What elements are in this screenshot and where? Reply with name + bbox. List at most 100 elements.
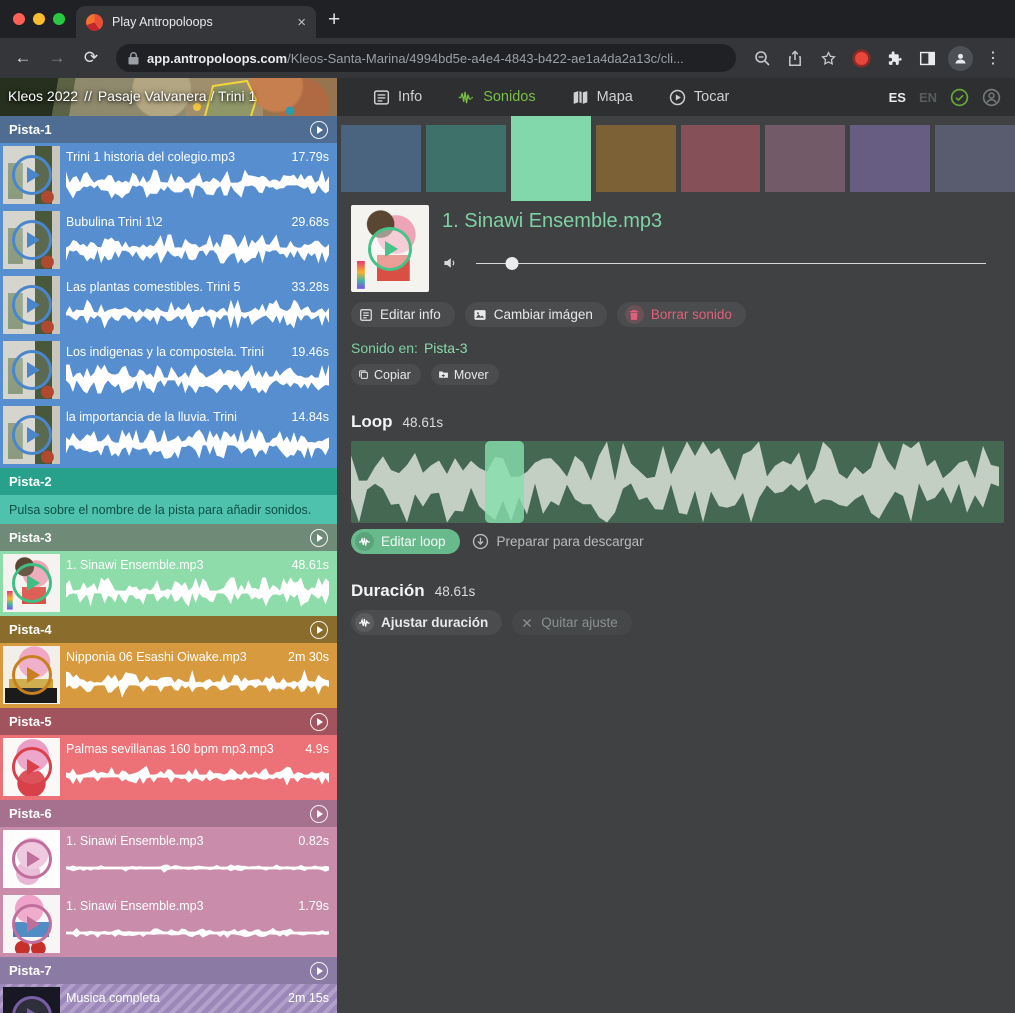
- change-image-button[interactable]: Cambiar imágen: [465, 302, 607, 327]
- reload-button[interactable]: ⟳: [76, 48, 106, 68]
- sound-row[interactable]: Las plantas comestibles. Trini 533.28s: [0, 273, 337, 338]
- track-header-pista-7[interactable]: Pista-7: [0, 957, 337, 984]
- map-thumbnail[interactable]: Kleos 2022//Pasaje Valvanera / Trini 1: [0, 78, 337, 116]
- tab-mapa[interactable]: Mapa: [558, 78, 647, 116]
- play-overlay-icon[interactable]: [12, 655, 52, 695]
- sidebar-panel-icon[interactable]: [913, 44, 941, 72]
- sound-thumbnail[interactable]: [3, 646, 60, 704]
- lang-es[interactable]: ES: [889, 90, 906, 105]
- play-overlay-icon[interactable]: [12, 220, 52, 260]
- track-header-pista-6[interactable]: Pista-6: [0, 800, 337, 827]
- sound-row[interactable]: Bubulina Trini 1\229.68s: [0, 208, 337, 273]
- track-play-button[interactable]: [310, 713, 328, 731]
- sound-row[interactable]: 1. Sinawi Ensemble.mp30.82s: [0, 827, 337, 892]
- play-overlay-icon[interactable]: [12, 563, 52, 603]
- share-icon[interactable]: [781, 44, 809, 72]
- tab-info[interactable]: Info: [359, 78, 436, 116]
- track-play-button[interactable]: [310, 529, 328, 547]
- sound-thumbnail[interactable]: [3, 738, 60, 796]
- sync-check-icon[interactable]: [950, 88, 969, 107]
- sound-thumbnail[interactable]: [3, 276, 60, 334]
- sound-thumbnail[interactable]: [3, 895, 60, 953]
- color-swatch-4[interactable]: [596, 125, 676, 192]
- sound-row[interactable]: Nipponia 06 Esashi Oiwake.mp32m 30s: [0, 643, 337, 708]
- sound-row[interactable]: Palmas sevillanas 160 bpm mp3.mp34.9s: [0, 735, 337, 800]
- forward-button[interactable]: →: [42, 48, 72, 68]
- track-header-pista-3[interactable]: Pista-3: [0, 524, 337, 551]
- sound-row[interactable]: 1. Sinawi Ensemble.mp31.79s: [0, 892, 337, 957]
- tab-sonidos[interactable]: Sonidos: [444, 78, 549, 116]
- adjust-duration-button[interactable]: Ajustar duración: [351, 610, 502, 635]
- track-header-pista-5[interactable]: Pista-5: [0, 708, 337, 735]
- sound-thumbnail[interactable]: [3, 211, 60, 269]
- volume-slider[interactable]: [476, 257, 986, 270]
- sound-thumbnail[interactable]: [3, 146, 60, 204]
- play-overlay-icon[interactable]: [12, 747, 52, 787]
- close-window-button[interactable]: [13, 13, 25, 25]
- sound-row[interactable]: Los indigenas y la compostela. Trini19.4…: [0, 338, 337, 403]
- close-tab-icon[interactable]: ×: [297, 14, 306, 31]
- address-bar[interactable]: app.antropoloops.com/Kleos-Santa-Marina/…: [116, 44, 736, 72]
- track-play-button[interactable]: [310, 962, 328, 980]
- browser-tab[interactable]: Play Antropoloops ×: [76, 6, 316, 38]
- zoom-window-button[interactable]: [53, 13, 65, 25]
- sound-thumbnail[interactable]: [3, 341, 60, 399]
- track-play-button[interactable]: [310, 121, 328, 139]
- color-swatch-8[interactable]: [935, 125, 1015, 192]
- track-header-pista-2[interactable]: Pista-2: [0, 468, 337, 495]
- loop-waveform[interactable]: [351, 441, 1004, 523]
- back-button[interactable]: ←: [8, 48, 38, 68]
- zoom-page-icon[interactable]: [748, 44, 776, 72]
- track-play-button[interactable]: [310, 621, 328, 639]
- play-overlay-icon[interactable]: [12, 285, 52, 325]
- move-button[interactable]: Mover: [431, 364, 499, 385]
- sound-row[interactable]: Trini 1 historia del colegio.mp317.79s: [0, 143, 337, 208]
- play-overlay-icon[interactable]: [12, 996, 52, 1013]
- browser-menu-icon[interactable]: ⋮: [979, 44, 1007, 72]
- new-tab-button[interactable]: +: [328, 8, 340, 32]
- sound-duration: 2m 30s: [288, 650, 329, 664]
- tab-tocar[interactable]: Tocar: [655, 78, 743, 116]
- sound-row[interactable]: Musica completa2m 15s: [0, 984, 337, 1013]
- color-swatch-2[interactable]: [426, 125, 506, 192]
- sound-thumbnail[interactable]: [3, 554, 60, 612]
- track-play-button[interactable]: [310, 805, 328, 823]
- play-overlay-icon[interactable]: [12, 350, 52, 390]
- browser-toolbar: ← → ⟳ app.antropoloops.com/Kleos-Santa-M…: [0, 38, 1015, 78]
- lang-en[interactable]: EN: [919, 90, 937, 105]
- track-header-pista-4[interactable]: Pista-4: [0, 616, 337, 643]
- selected-sound-thumbnail[interactable]: [351, 205, 429, 292]
- clear-adjust-button[interactable]: Quitar ajuste: [512, 610, 632, 635]
- play-overlay-icon[interactable]: [12, 415, 52, 455]
- color-swatch-1[interactable]: [341, 125, 421, 192]
- sound-row[interactable]: 1. Sinawi Ensemble.mp348.61s: [0, 551, 337, 616]
- play-overlay-icon[interactable]: [12, 904, 52, 944]
- breadcrumb[interactable]: Kleos 2022//Pasaje Valvanera / Trini 1: [8, 88, 256, 104]
- edit-loop-button[interactable]: Editar loop: [351, 529, 460, 554]
- play-overlay-icon[interactable]: [12, 155, 52, 195]
- sound-row[interactable]: la importancia de la lluvia. Trini14.84s: [0, 403, 337, 468]
- location-track-link[interactable]: Pista-3: [424, 340, 468, 356]
- edit-info-button[interactable]: Editar info: [351, 302, 455, 327]
- sound-thumbnail[interactable]: [3, 406, 60, 464]
- color-swatch-3-selected[interactable]: [511, 116, 591, 201]
- profile-avatar[interactable]: [946, 44, 974, 72]
- color-swatch-5[interactable]: [681, 125, 761, 192]
- copy-button[interactable]: Copiar: [351, 364, 421, 385]
- loop-playhead[interactable]: [485, 441, 524, 523]
- sound-thumbnail[interactable]: [3, 987, 60, 1013]
- delete-sound-button[interactable]: Borrar sonido: [617, 302, 746, 327]
- prepare-download-button[interactable]: Preparar para descargar: [472, 533, 644, 550]
- sound-thumbnail[interactable]: [3, 830, 60, 888]
- color-swatch-6[interactable]: [765, 125, 845, 192]
- account-icon[interactable]: [982, 88, 1001, 107]
- extensions-puzzle-icon[interactable]: [880, 44, 908, 72]
- play-overlay-icon[interactable]: [12, 839, 52, 879]
- color-swatch-7[interactable]: [850, 125, 930, 192]
- record-extension-icon[interactable]: [847, 44, 875, 72]
- bookmark-star-icon[interactable]: [814, 44, 842, 72]
- minimize-window-button[interactable]: [33, 13, 45, 25]
- play-overlay-icon[interactable]: [368, 227, 412, 271]
- track-header-pista-1[interactable]: Pista-1: [0, 116, 337, 143]
- volume-knob[interactable]: [505, 257, 518, 270]
